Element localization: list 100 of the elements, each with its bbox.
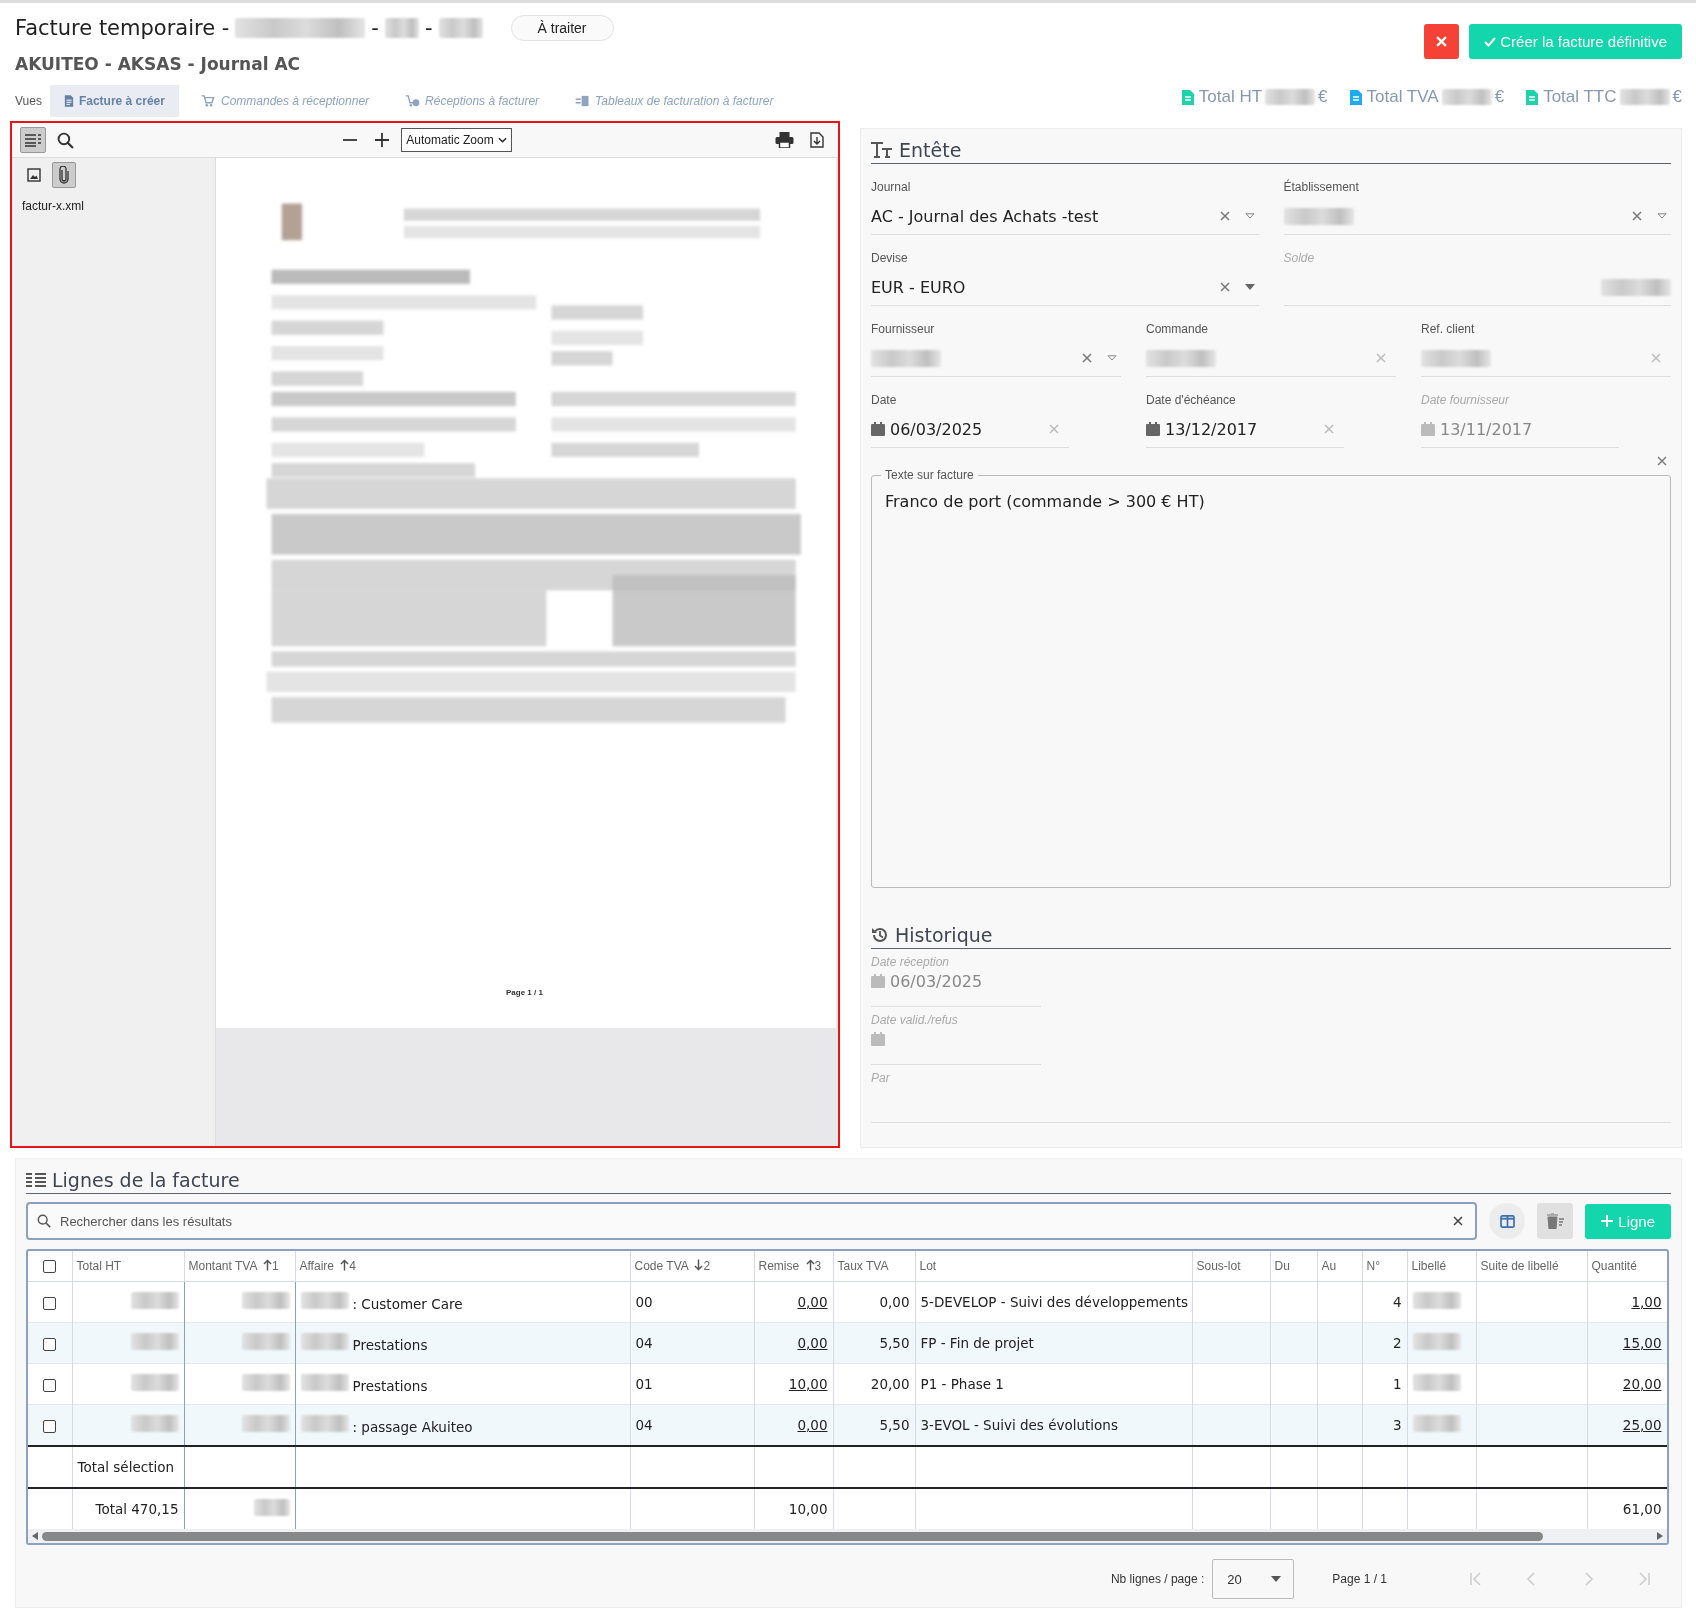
search-icon	[56, 131, 74, 149]
scroll-right-icon[interactable]	[1657, 1532, 1663, 1540]
scroll-left-icon[interactable]	[32, 1532, 38, 1540]
column-header[interactable]: Sous-lot	[1192, 1251, 1270, 1282]
field-label: Date d'échéance	[1146, 393, 1237, 407]
plus-icon	[1601, 1215, 1614, 1227]
table-cell: 61,00	[1587, 1488, 1667, 1529]
table-cell: 25,00	[1587, 1404, 1667, 1446]
page-number: Page 1 / 1	[506, 988, 543, 997]
dropdown-arrow-icon[interactable]	[1244, 284, 1255, 290]
column-header[interactable]: Affaire 4	[295, 1251, 630, 1282]
dropdown-arrow-icon[interactable]	[1244, 213, 1255, 219]
field-label: Texte sur facture	[881, 468, 978, 482]
blurred-text	[1619, 89, 1670, 105]
field-label: Commande	[1146, 322, 1210, 336]
field-value: Franco de port (commande > 300 € HT)	[885, 492, 1205, 511]
views-label: Vues	[15, 94, 42, 108]
column-header[interactable]: Total HT	[72, 1251, 184, 1282]
page-indicator: Page 1 / 1	[1332, 1572, 1387, 1586]
column-header[interactable]: Quantité	[1587, 1251, 1667, 1282]
table-cell: 15,00	[1587, 1322, 1667, 1364]
field-label: Fournisseur	[871, 322, 936, 336]
title-separator: -	[424, 16, 433, 40]
total-label: Total TTC	[1543, 87, 1617, 107]
attachments-button[interactable]	[52, 162, 76, 188]
field-label: Devise	[871, 251, 909, 265]
column-header[interactable]: Taux TVA	[833, 1251, 915, 1282]
columns-icon	[1499, 1214, 1515, 1228]
list-icon	[26, 1172, 46, 1188]
clear-icon[interactable]	[1219, 282, 1230, 292]
field-label: Journal	[871, 180, 912, 194]
checkbox[interactable]	[43, 1296, 57, 1310]
zoom-select[interactable]: Automatic Zoom	[401, 128, 512, 152]
blurred-text	[384, 18, 419, 38]
status-badge: À traiter	[510, 15, 614, 41]
sidebar-toggle-button[interactable]	[20, 127, 46, 153]
form-field[interactable]: Fournisseur	[871, 318, 1121, 377]
column-header[interactable]: Lot	[915, 1251, 1192, 1282]
close-button[interactable]	[1424, 24, 1460, 59]
column-header[interactable]: Remise 3	[754, 1251, 833, 1282]
field-value: 13/12/2017	[1165, 419, 1258, 439]
columns-button[interactable]	[1489, 1203, 1526, 1239]
field-value: 06/03/2025	[890, 971, 983, 991]
clear-icon[interactable]	[1219, 211, 1230, 221]
clear-filters-button[interactable]	[1537, 1203, 1574, 1239]
form-field[interactable]: Établissement	[1283, 176, 1671, 235]
form-field[interactable]: Journal AC - Journal des Achats -test	[871, 176, 1259, 235]
table-cell: Prestations	[295, 1322, 630, 1364]
table-cell: 10,00	[754, 1488, 833, 1529]
field-label: Date réception	[871, 955, 951, 969]
scrollbar[interactable]	[28, 1529, 1667, 1543]
field-value: AC - Journal des Achats -test	[871, 206, 1099, 226]
table-cell: Total 470,15	[72, 1488, 184, 1529]
checkbox[interactable]	[43, 1419, 57, 1433]
form-field[interactable]: Ref. client	[1421, 318, 1671, 377]
column-header[interactable]: Du	[1270, 1251, 1317, 1282]
plus-icon	[374, 132, 391, 148]
dropdown-arrow-icon[interactable]	[1107, 355, 1117, 361]
table-cell: : passage Akuiteo	[295, 1404, 630, 1446]
calendar-icon	[1421, 422, 1435, 436]
form-field[interactable]: Devise EUR - EURO	[871, 247, 1259, 306]
printer-icon	[775, 132, 794, 148]
column-header[interactable]: Suite de libellé	[1476, 1251, 1587, 1282]
column-header[interactable]: Montant TVA 1	[184, 1251, 295, 1282]
checkbox[interactable]	[43, 1337, 57, 1351]
clear-icon[interactable]	[1453, 1216, 1464, 1226]
sidebar-icon	[24, 133, 42, 147]
calendar-icon	[1146, 422, 1160, 436]
total-label: Total HT	[1198, 87, 1263, 107]
page-title: Facture temporaire -	[15, 16, 230, 40]
table-cell: 04	[630, 1322, 754, 1364]
form-field[interactable]: Date 06/03/2025	[871, 389, 1069, 448]
dropdown-arrow-icon	[1271, 1576, 1282, 1582]
calendar-icon	[871, 422, 885, 436]
clear-icon[interactable]	[1657, 456, 1667, 466]
column-header[interactable]: N°	[1362, 1251, 1407, 1282]
image-icon	[27, 168, 41, 182]
attachment-link[interactable]: factur-x.xml	[22, 199, 84, 213]
table-cell: 5,50	[833, 1322, 915, 1364]
clear-icon[interactable]	[1632, 211, 1642, 221]
checkbox[interactable]	[43, 1378, 57, 1392]
column-header[interactable]: Au	[1317, 1251, 1362, 1282]
page-size-select[interactable]: 20	[1212, 1559, 1295, 1599]
field-label: Date	[871, 393, 898, 407]
clear-icon[interactable]	[1082, 353, 1092, 363]
view-tab[interactable]: Facture à créer	[49, 85, 179, 117]
column-header[interactable]: Libellé	[1407, 1251, 1476, 1282]
form-field[interactable]: Commande	[1146, 318, 1396, 377]
search-field[interactable]: Rechercher dans les résultats	[26, 1202, 1478, 1240]
chevron-down-icon	[497, 137, 507, 143]
trash-icon	[1546, 1213, 1565, 1229]
field-label: Date fournisseur	[1421, 393, 1511, 407]
section-title: Historique	[895, 924, 993, 946]
text-size-icon	[871, 142, 893, 158]
form-field[interactable]: Date d'échéance 13/12/2017	[1146, 389, 1344, 448]
dropdown-arrow-icon[interactable]	[1657, 213, 1667, 219]
field-value: 06/03/2025	[890, 419, 983, 439]
checkbox[interactable]	[43, 1260, 57, 1274]
column-header[interactable]: Code TVA 2	[630, 1251, 754, 1282]
blurred-text	[1441, 89, 1492, 105]
